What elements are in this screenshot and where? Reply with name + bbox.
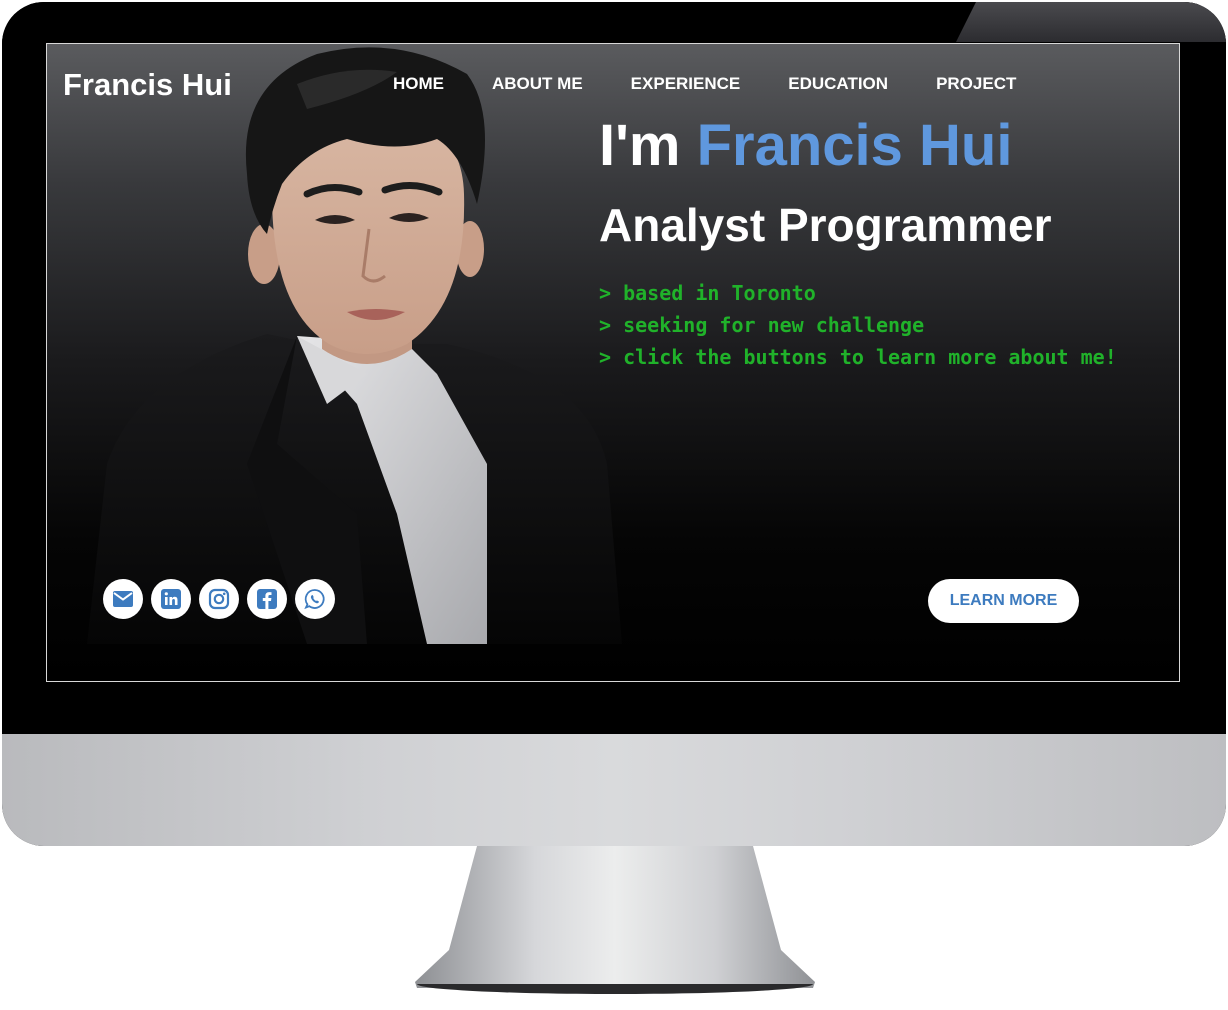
- email-icon: [113, 591, 133, 607]
- nav-item-project[interactable]: PROJECT: [936, 74, 1016, 94]
- hero-greeting: I'm: [599, 113, 697, 178]
- facebook-button[interactable]: [247, 579, 287, 619]
- nav-item-home[interactable]: HOME: [393, 74, 444, 94]
- learn-more-button[interactable]: LEARN MORE: [928, 579, 1079, 623]
- hero-name: Francis Hui: [696, 113, 1013, 178]
- monitor-mockup: Francis Hui HOME ABOUT ME EXPERIENCE EDU…: [0, 0, 1228, 1010]
- nav-item-about-me[interactable]: ABOUT ME: [492, 74, 583, 94]
- whatsapp-button[interactable]: [295, 579, 335, 619]
- website-screen: Francis Hui HOME ABOUT ME EXPERIENCE EDU…: [46, 43, 1180, 682]
- monitor-chin: [2, 734, 1226, 846]
- intro-line: > seeking for new challenge: [599, 313, 925, 337]
- intro-line: > based in Toronto: [599, 281, 816, 305]
- hero-role: Analyst Programmer: [599, 199, 1052, 251]
- site-brand[interactable]: Francis Hui: [63, 67, 232, 103]
- bezel-reflection: [956, 2, 1226, 42]
- linkedin-icon: [161, 589, 181, 609]
- hero-title: I'm Francis Hui: [599, 112, 1012, 179]
- linkedin-button[interactable]: [151, 579, 191, 619]
- nav-item-experience[interactable]: EXPERIENCE: [631, 74, 741, 94]
- main-nav: HOME ABOUT ME EXPERIENCE EDUCATION PROJE…: [393, 74, 1064, 94]
- monitor-stand-base: [417, 984, 813, 994]
- email-button[interactable]: [103, 579, 143, 619]
- intro-line: > click the buttons to learn more about …: [599, 345, 1117, 369]
- instagram-button[interactable]: [199, 579, 239, 619]
- whatsapp-icon: [304, 589, 325, 610]
- instagram-icon: [208, 588, 230, 610]
- monitor-stand: [415, 846, 815, 988]
- profile-portrait: [87, 47, 622, 644]
- nav-item-education[interactable]: EDUCATION: [788, 74, 888, 94]
- intro-lines: > based in Toronto > seeking for new cha…: [599, 277, 1117, 373]
- social-links: [103, 579, 335, 619]
- facebook-icon: [257, 589, 277, 609]
